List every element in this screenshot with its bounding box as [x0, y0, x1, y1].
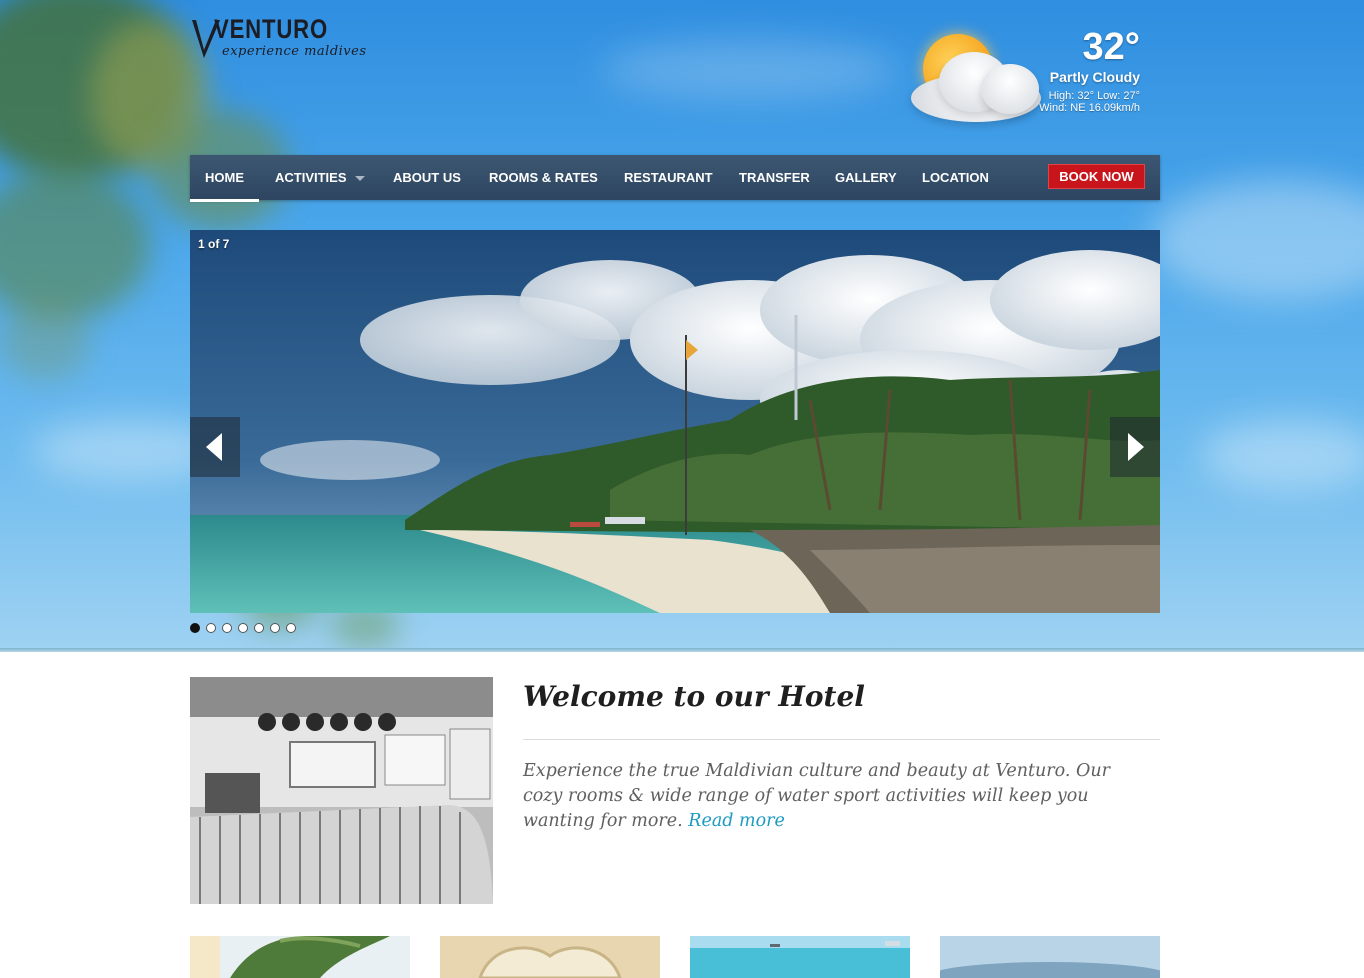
site-logo[interactable]: VENTURO experience maldives: [190, 14, 380, 66]
slider-prev-button[interactable]: [190, 417, 240, 477]
welcome-description: Experience the true Maldivian culture an…: [523, 759, 1138, 834]
slider-dot[interactable]: [190, 623, 200, 633]
slider-dot[interactable]: [206, 623, 216, 633]
slider-dot[interactable]: [286, 623, 296, 633]
weather-wind: Wind: NE 16.09km/h: [1039, 102, 1140, 114]
slider-dot[interactable]: [222, 623, 232, 633]
nav-restaurant-label: RESTAURANT: [624, 170, 713, 185]
welcome-title: Welcome to our Hotel: [523, 680, 865, 713]
nav-transfer-label: TRANSFER: [739, 170, 810, 185]
thumbnail-palm[interactable]: [190, 936, 410, 978]
slider-dot[interactable]: [238, 623, 248, 633]
slider-next-button[interactable]: [1110, 417, 1160, 477]
nav-home-label: HOME: [205, 170, 244, 185]
welcome-body: Experience the true Maldivian culture an…: [523, 761, 1110, 831]
logo-text: VENTURO: [214, 14, 328, 44]
weather-temperature: 32°: [1082, 26, 1140, 68]
nav-restaurant[interactable]: RESTAURANT: [624, 155, 713, 200]
logo-tagline: experience maldives: [222, 44, 367, 59]
chevron-down-icon: [354, 176, 365, 182]
nav-about-us-label: ABOUT US: [393, 170, 461, 185]
nav-about-us[interactable]: ABOUT US: [393, 155, 461, 200]
main-navigation: HOME ACTIVITIES ABOUT US ROOMS & RATES R…: [190, 155, 1160, 202]
nav-gallery-label: GALLERY: [835, 170, 897, 185]
divider: [523, 739, 1160, 740]
arrow-left-icon: [206, 433, 222, 461]
thumbnail-room[interactable]: [440, 936, 660, 978]
nav-activities-label: ACTIVITIES: [275, 170, 347, 185]
nav-rooms-rates-label: ROOMS & RATES: [489, 170, 598, 185]
slider-dot[interactable]: [270, 623, 280, 633]
nav-location-label: LOCATION: [922, 170, 989, 185]
nav-transfer[interactable]: TRANSFER: [739, 155, 810, 200]
reception-photo: [190, 677, 493, 904]
weather-widget: 32° Partly Cloudy High: 32° Low: 27° Win…: [905, 22, 1150, 132]
image-slider: 1 of 7: [190, 230, 1160, 613]
nav-rooms-rates[interactable]: ROOMS & RATES: [489, 155, 598, 200]
arrow-right-icon: [1128, 433, 1144, 461]
read-more-link[interactable]: Read more: [688, 811, 785, 831]
thumbnail-sea[interactable]: [690, 936, 910, 978]
nav-gallery[interactable]: GALLERY: [835, 155, 897, 200]
book-now-button[interactable]: BOOK NOW: [1048, 164, 1145, 189]
nav-home[interactable]: HOME: [190, 155, 259, 202]
nav-activities[interactable]: ACTIVITIES: [275, 155, 365, 200]
nav-location[interactable]: LOCATION: [922, 155, 989, 200]
beach-slide-image: [190, 230, 1160, 613]
thumbnail-beach[interactable]: [940, 936, 1160, 978]
weather-high-low: High: 32° Low: 27°: [1048, 90, 1140, 102]
weather-condition: Partly Cloudy: [1049, 69, 1140, 85]
slide-counter: 1 of 7: [198, 237, 230, 251]
slider-dot[interactable]: [254, 623, 264, 633]
